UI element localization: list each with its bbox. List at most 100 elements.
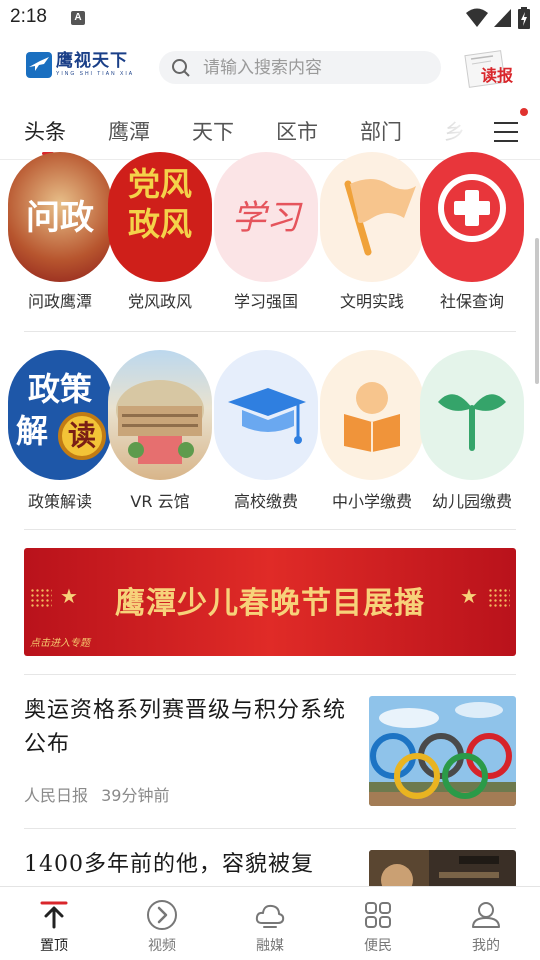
notification-dot [520, 108, 528, 116]
college-fee-icon [214, 350, 318, 480]
tab-fade [440, 108, 480, 158]
nav-label: 视频 [148, 938, 176, 954]
service-xuexi[interactable]: 学习 学习强国 [212, 152, 320, 322]
channel-menu-button[interactable] [494, 120, 520, 144]
app-pinyin: YING SHI TIAN XIA [56, 71, 135, 77]
section-divider [24, 674, 516, 675]
promo-banner[interactable]: ★ 鹰潭少儿春晚节目展播 ★ 点击进入专题 [24, 548, 516, 656]
service-college-fee[interactable]: 高校缴费 [212, 350, 320, 520]
graduation-cap-icon [228, 388, 306, 444]
service-kindergarten-fee[interactable]: 幼儿园缴费 [418, 350, 526, 520]
nav-mine[interactable]: 我的 [432, 887, 540, 960]
news-source: 人民日报 [24, 786, 89, 805]
grid-label: 中小学缴费 [331, 492, 412, 511]
xuexi-icon: 学习 [214, 152, 318, 282]
medical-cross-icon [438, 174, 506, 242]
status-time: 2:18 [10, 6, 47, 27]
banner-dots-right [488, 588, 510, 608]
grid-label: 政策解读 [27, 492, 92, 511]
app-name: 鹰视天下 [56, 51, 128, 71]
search-icon [172, 59, 190, 77]
nav-label: 融媒 [256, 938, 284, 954]
service-wenming[interactable]: 文明实践 [318, 152, 426, 322]
nav-convenience[interactable]: 便民 [324, 887, 432, 960]
service-school-fee[interactable]: 中小学缴费 [318, 350, 426, 520]
service-wenzheng[interactable]: 问政 问政鹰潭 [6, 152, 114, 322]
user-icon [472, 902, 500, 928]
play-circle-icon [147, 900, 177, 930]
kindergarten-fee-icon [420, 350, 524, 480]
app-header: 鹰视天下 YING SHI TIAN XIA 读报 [0, 44, 540, 92]
news-meta: 人民日报 39分钟前 [24, 782, 169, 806]
search-input[interactable] [203, 51, 433, 84]
banner-subtitle: 点击进入专题 [30, 638, 90, 649]
read-paper-button[interactable]: 读报 [463, 49, 521, 89]
nav-label: 便民 [364, 938, 392, 954]
historical-photo-image [369, 850, 516, 886]
nav-label: 置顶 [40, 938, 68, 954]
battery-icon [518, 7, 530, 29]
vr-museum-icon [108, 350, 212, 480]
service-zhengce[interactable]: 政策 解 读 政策解读 [6, 350, 114, 520]
tab-yingtan[interactable]: 鹰潭 [108, 116, 150, 146]
sprout-icon [438, 394, 506, 451]
news-item[interactable]: 1400多年前的他，容貌被复 [24, 848, 516, 886]
tab-world[interactable]: 天下 [192, 116, 234, 146]
service-grid-row-1: 问政 问政鹰潭 党风 政风 党风政风 学习 学习强国 文明实践 社保查询 [0, 152, 540, 332]
news-title: 奥运资格系列赛晋级与积分系统公布 [24, 698, 347, 757]
wifi-icon [466, 8, 488, 27]
nav-label: 我的 [472, 938, 500, 954]
nav-top[interactable]: 置顶 [0, 887, 108, 960]
nav-video[interactable]: 视频 [108, 887, 216, 960]
grid-label: 党风政风 [127, 292, 192, 311]
wenming-icon [320, 152, 424, 282]
star-icon: ★ [460, 584, 478, 608]
tab-headlines[interactable]: 头条 [24, 116, 66, 146]
grid-label: 文明实践 [339, 292, 404, 311]
tab-departments[interactable]: 部门 [360, 116, 402, 146]
banner-title: 鹰潭少儿春晚节目展播 [115, 586, 425, 621]
news-thumbnail [369, 696, 516, 806]
service-shebao[interactable]: 社保查询 [418, 152, 526, 322]
top-arrow-icon [40, 901, 68, 929]
eagle-logo-icon [26, 52, 52, 78]
grid-icon [365, 902, 391, 928]
news-item[interactable]: 奥运资格系列赛晋级与积分系统公布 人民日报 39分钟前 [24, 694, 516, 810]
grid-label: 幼儿园缴费 [431, 492, 512, 511]
reading-student-icon [344, 382, 400, 452]
status-bar: 2:18 A [0, 0, 540, 36]
grid-label: 问政鹰潭 [27, 292, 92, 311]
school-fee-icon [320, 350, 424, 480]
dangfeng-icon: 党风 政风 [108, 152, 212, 282]
cloud-icon [255, 904, 285, 928]
section-divider [24, 331, 516, 332]
wenzheng-icon: 问政 [8, 152, 112, 282]
service-vr[interactable]: VR 云馆 [106, 350, 214, 520]
service-dangfeng[interactable]: 党风 政风 党风政风 [106, 152, 214, 322]
grid-label: 社保查询 [439, 292, 504, 311]
building-icon [116, 380, 204, 464]
olympic-rings-image [369, 696, 516, 806]
nav-media[interactable]: 融媒 [216, 887, 324, 960]
search-bar[interactable] [159, 51, 441, 84]
read-paper-label: 读报 [481, 66, 514, 85]
grid-label: 学习强国 [233, 292, 298, 311]
social-security-icon [420, 152, 524, 282]
grid-label: VR 云馆 [130, 492, 190, 511]
bottom-navigation: 置顶 视频 融媒 便民 我的 [0, 886, 540, 960]
status-icons [466, 7, 530, 29]
section-divider [24, 828, 516, 829]
news-thumbnail [369, 850, 516, 886]
service-grid-row-2: 政策 解 读 政策解读 VR 云馆 高校缴费 中小学缴费 幼儿园缴费 [0, 350, 540, 520]
flag-icon [344, 179, 416, 256]
app-logo: 鹰视天下 YING SHI TIAN XIA [26, 52, 134, 78]
news-title: 1400多年前的他，容貌被复 [24, 852, 314, 877]
notification-a-icon: A [71, 11, 85, 25]
tab-districts[interactable]: 区市 [276, 116, 318, 146]
section-divider [24, 529, 516, 530]
news-time: 39分钟前 [101, 786, 170, 805]
signal-icon [494, 9, 511, 27]
grid-label: 高校缴费 [233, 492, 298, 511]
policy-icon: 政策 解 读 [8, 350, 112, 480]
scrollbar[interactable] [535, 238, 539, 384]
